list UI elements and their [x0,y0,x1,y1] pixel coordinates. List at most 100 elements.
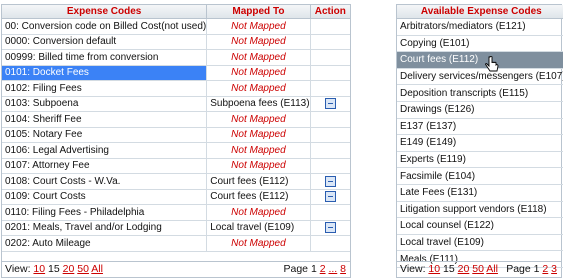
available-code-cell[interactable]: Copying (E101) [397,35,563,53]
available-codes-panel: Available Expense Codes Arbitrators/medi… [396,4,563,278]
mapped-to-cell: Not Mapped [206,18,311,35]
page-nav: Page 1 2 3 [506,262,557,277]
list-item[interactable]: Arbitrators/mediators (E121) [397,18,563,36]
mapped-to-cell: Not Mapped [206,80,311,97]
remove-mapping-icon[interactable] [324,222,336,234]
expense-code-cell[interactable]: 0000: Conversion default [2,34,208,50]
expense-code-cell[interactable]: 00: Conversion code on Billed Cost(not u… [2,18,208,35]
table-row[interactable]: 0104: Sheriff Fee Not Mapped [2,111,350,128]
list-item[interactable]: Facsimile (E104) [397,167,563,185]
table-row[interactable]: 0106: Legal Advertising Not Mapped [2,142,350,159]
action-cell [310,220,350,236]
available-code-cell[interactable]: Delivery services/messengers (E107) [397,68,563,86]
table-row[interactable]: 0201: Meals, Travel and/or Lodging Local … [2,220,350,236]
available-code-cell[interactable]: Litigation support vendors (E118) [397,201,563,219]
action-cell [310,34,350,50]
available-code-cell[interactable]: Experts (E119) [397,151,563,169]
list-item[interactable]: Local travel (E109) [397,234,563,252]
expense-code-cell[interactable]: 0104: Sheriff Fee [2,111,208,128]
left-pager: View: 10 15 20 50 All Page 1 2 ... 8 [2,261,350,277]
table-row[interactable]: 0102: Filing Fees Not Mapped [2,80,350,97]
available-code-cell[interactable]: Drawings (E126) [397,101,563,119]
available-code-cell[interactable]: Court fees (E112) [397,51,563,69]
mapped-to-cell: Not Mapped [206,65,311,81]
header-available-codes[interactable]: Available Expense Codes [397,5,563,19]
page-label: Page 1 [283,263,317,275]
page-ellipsis-link[interactable]: ... [328,263,337,275]
expense-code-cell[interactable]: 0109: Court Costs [2,189,208,205]
expense-code-cell[interactable]: 00999: Billed time from conversion [2,49,208,66]
action-cell [310,80,350,97]
list-item[interactable]: E149 (E149) [397,134,563,152]
available-code-cell[interactable]: Deposition transcripts (E115) [397,84,563,102]
table-row[interactable]: 0105: Notary Fee Not Mapped [2,127,350,143]
list-item[interactable]: Deposition transcripts (E115) [397,84,563,102]
available-code-cell[interactable]: E137 (E137) [397,118,563,136]
list-item[interactable]: Court fees (E112) [397,51,563,69]
header-mapped-to[interactable]: Mapped To [206,5,311,19]
page-2-link[interactable]: 2 [542,263,548,275]
page-size-15-link[interactable]: 15 [443,263,455,275]
remove-mapping-icon[interactable] [324,191,336,203]
table-row[interactable]: 0000: Conversion default Not Mapped [2,34,350,50]
list-item[interactable]: Copying (E101) [397,35,563,53]
action-cell [310,111,350,128]
mapped-to-cell: Court fees (E112) [206,189,311,205]
view-label: View: [400,263,426,275]
table-row[interactable]: 0110: Filing Fees - Philadelphia Not Mapp… [2,204,350,221]
remove-mapping-icon[interactable] [324,98,336,110]
expense-code-cell[interactable]: 0106: Legal Advertising [2,142,208,159]
available-codes-table: Available Expense Codes Arbitrators/medi… [397,5,563,268]
list-item[interactable]: Experts (E119) [397,151,563,169]
expense-code-cell[interactable]: 0101: Docket Fees [2,65,208,81]
header-action: Action [310,5,350,19]
table-row[interactable]: 00999: Billed time from conversion Not Ma… [2,49,350,66]
table-row[interactable]: 0109: Court Costs Court fees (E112) [2,189,350,205]
list-item[interactable]: Litigation support vendors (E118) [397,201,563,219]
page-size-10-link[interactable]: 10 [428,263,440,275]
action-cell [310,96,350,112]
page-size-20-link[interactable]: 20 [458,263,470,275]
table-row[interactable]: 00: Conversion code on Billed Cost(not u… [2,18,350,35]
expense-code-cell[interactable]: 0202: Auto Mileage [2,235,208,252]
page-2-link[interactable]: 2 [320,263,326,275]
expense-code-cell[interactable]: 0103: Subpoena [2,96,208,112]
page-size-all-link[interactable]: All [91,263,103,275]
list-item[interactable]: Delivery services/messengers (E107) [397,68,563,86]
mapped-to-cell: Subpoena fees (E113) [206,96,311,112]
right-pager: View: 10 15 20 50 All Page 1 2 3 [397,261,561,277]
expense-codes-panel: Expense Codes Mapped To Action 00: Conve… [1,4,351,278]
available-code-cell[interactable]: Local counsel (E122) [397,217,563,235]
page-size-20-link[interactable]: 20 [63,263,75,275]
available-code-cell[interactable]: Arbitrators/mediators (E121) [397,18,563,36]
header-expense-codes[interactable]: Expense Codes [2,5,208,19]
table-row[interactable]: 0103: Subpoena Subpoena fees (E113) [2,96,350,112]
expense-code-cell[interactable]: 0102: Filing Fees [2,80,208,97]
available-code-cell[interactable]: E149 (E149) [397,134,563,152]
page-last-link[interactable]: 8 [340,263,346,275]
list-item[interactable]: E137 (E137) [397,118,563,136]
expense-code-cell[interactable]: 0110: Filing Fees - Philadelphia [2,204,208,221]
table-row[interactable]: 0108: Court Costs - W.Va. Court fees (E11… [2,173,350,190]
page-size-50-link[interactable]: 50 [77,263,89,275]
expense-code-cell[interactable]: 0107: Attorney Fee [2,158,208,174]
page-3-link[interactable]: 3 [551,263,557,275]
expense-code-cell[interactable]: 0201: Meals, Travel and/or Lodging [2,220,208,236]
table-row[interactable]: 0101: Docket Fees Not Mapped [2,65,350,81]
remove-mapping-icon[interactable] [324,175,336,187]
mapped-to-cell: Not Mapped [206,111,311,128]
list-item[interactable]: Late Fees (E131) [397,184,563,202]
available-code-cell[interactable]: Facsimile (E104) [397,167,563,185]
list-item[interactable]: Drawings (E126) [397,101,563,119]
available-code-cell[interactable]: Late Fees (E131) [397,184,563,202]
available-code-cell[interactable]: Local travel (E109) [397,234,563,252]
table-row[interactable]: 0107: Attorney Fee Not Mapped [2,158,350,174]
page-size-15-link[interactable]: 15 [48,263,60,275]
expense-code-cell[interactable]: 0105: Notary Fee [2,127,208,143]
expense-code-cell[interactable]: 0108: Court Costs - W.Va. [2,173,208,190]
page-size-10-link[interactable]: 10 [33,263,45,275]
page-size-all-link[interactable]: All [486,263,498,275]
list-item[interactable]: Local counsel (E122) [397,217,563,235]
page-size-50-link[interactable]: 50 [472,263,484,275]
table-row[interactable]: 0202: Auto Mileage Not Mapped [2,235,350,252]
